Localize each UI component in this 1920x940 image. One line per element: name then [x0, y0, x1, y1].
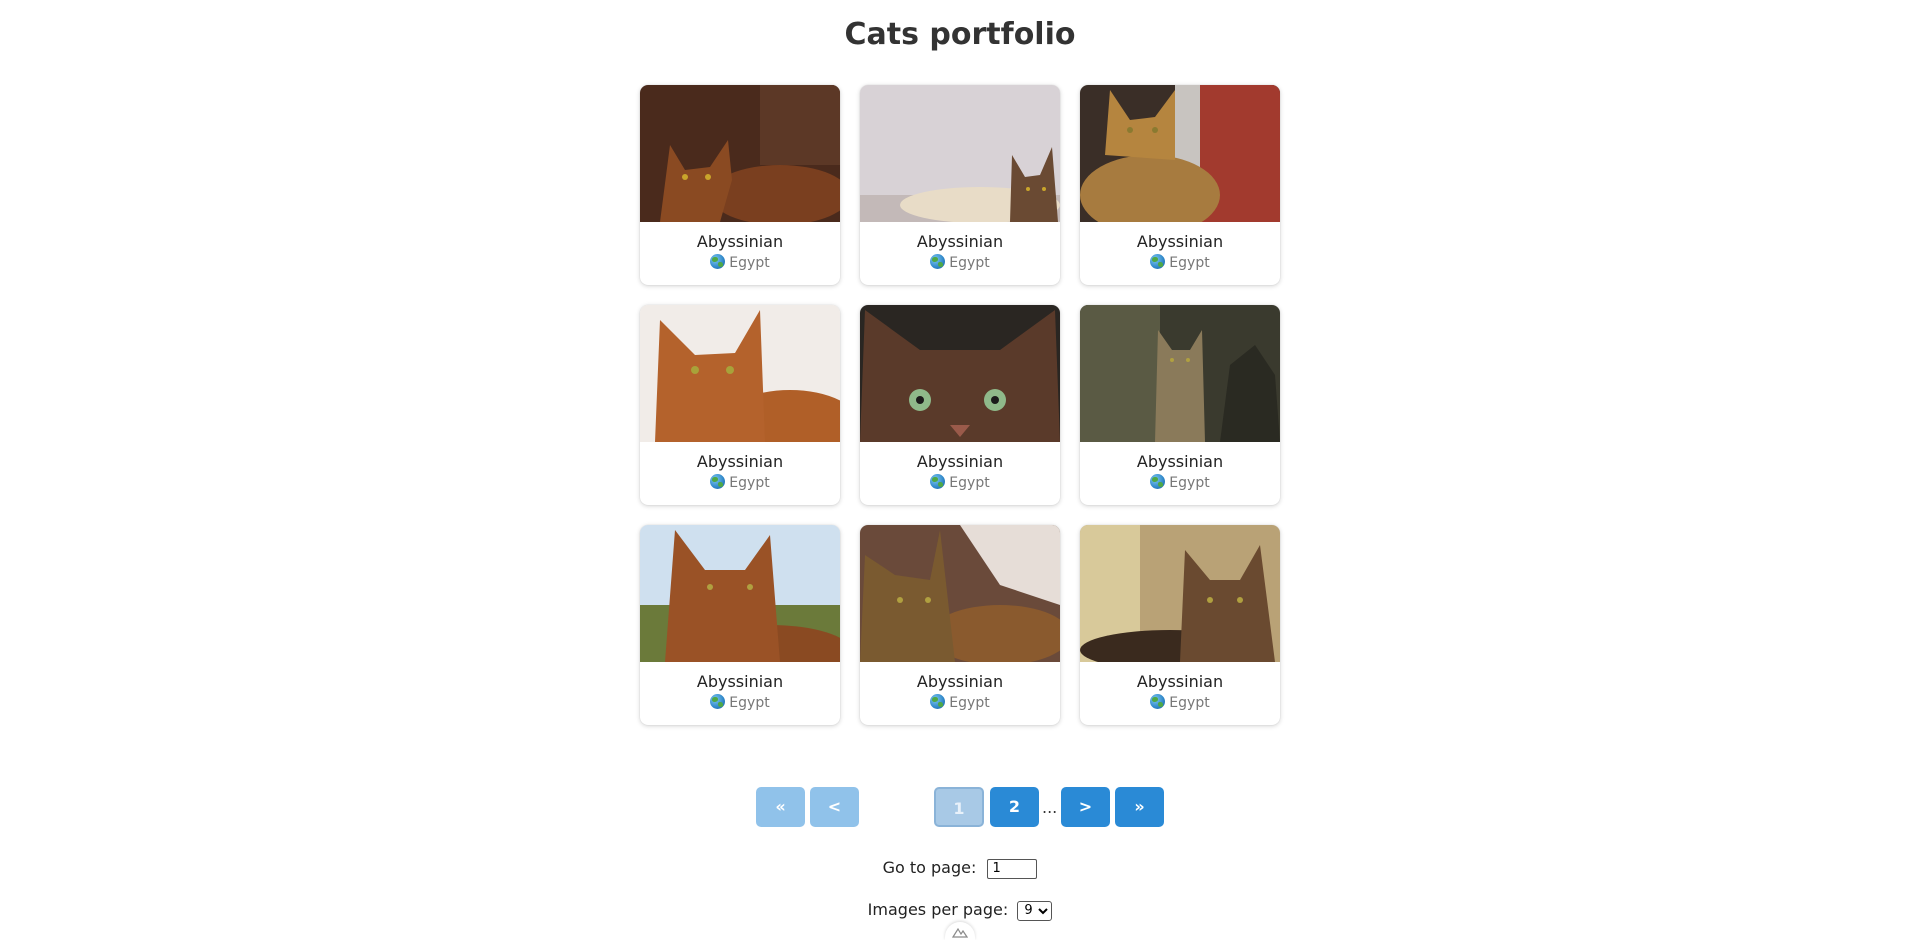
card-origin: Egypt	[1080, 694, 1280, 712]
card-name: Abyssinian	[1136, 452, 1224, 471]
page-title: Cats portfolio	[844, 17, 1076, 52]
last-page-button[interactable]: »	[1115, 787, 1164, 827]
cat-photo	[640, 85, 840, 222]
card-name: Abyssinian	[1136, 672, 1224, 691]
cat-photo-icon	[640, 525, 840, 662]
origin-label: Egypt	[1169, 255, 1210, 271]
globe-icon	[710, 694, 726, 709]
card-origin: Egypt	[860, 474, 1060, 492]
origin-label: Egypt	[1169, 695, 1210, 711]
card-origin: Egypt	[1080, 474, 1280, 492]
cat-photo	[1080, 305, 1280, 442]
cat-photo	[860, 525, 1060, 662]
globe-icon	[710, 474, 726, 489]
origin-label: Egypt	[949, 255, 990, 271]
cat-card[interactable]: Abyssinian Egypt	[640, 85, 840, 285]
globe-icon	[1150, 474, 1166, 489]
cat-card[interactable]: Abyssinian Egypt	[1080, 85, 1280, 285]
cat-photo-icon	[640, 305, 840, 442]
globe-icon	[930, 474, 946, 489]
cat-photo	[640, 525, 840, 662]
origin-label: Egypt	[949, 695, 990, 711]
cat-card[interactable]: Abyssinian Egypt	[860, 85, 1060, 285]
images-per-page: Images per page: 9	[0, 899, 1920, 921]
card-origin: Egypt	[640, 474, 840, 492]
card-name: Abyssinian	[916, 452, 1004, 471]
mountain-logo-icon	[952, 927, 968, 938]
cat-photo-icon	[640, 85, 840, 222]
globe-icon	[930, 254, 946, 269]
cat-photo-icon	[1080, 525, 1280, 662]
cat-photo	[860, 85, 1060, 222]
cat-photo	[640, 305, 840, 442]
card-name: Abyssinian	[1136, 232, 1224, 251]
cat-photo-icon	[860, 525, 1060, 662]
page-1-button[interactable]: 1	[934, 787, 984, 827]
prev-page-button[interactable]: <	[810, 787, 859, 827]
globe-icon	[710, 254, 726, 269]
cat-photo-icon	[860, 305, 1060, 442]
first-page-button[interactable]: «	[756, 787, 805, 827]
globe-icon	[930, 694, 946, 709]
cat-photo	[1080, 525, 1280, 662]
next-page-button[interactable]: >	[1061, 787, 1110, 827]
card-origin: Egypt	[860, 694, 1060, 712]
cat-photo-icon	[1080, 305, 1280, 442]
card-name: Abyssinian	[696, 452, 784, 471]
globe-icon	[1150, 694, 1166, 709]
card-origin: Egypt	[640, 694, 840, 712]
pagination-ellipsis: ...	[1042, 798, 1058, 817]
footer-logo[interactable]	[945, 922, 975, 940]
origin-label: Egypt	[1169, 475, 1210, 491]
card-name: Abyssinian	[916, 672, 1004, 691]
origin-label: Egypt	[729, 475, 770, 491]
cat-photo-icon	[1080, 85, 1280, 222]
cat-card[interactable]: Abyssinian Egypt	[1080, 525, 1280, 725]
card-origin: Egypt	[1080, 254, 1280, 272]
cat-photo	[1080, 85, 1280, 222]
cat-grid: Abyssinian Egypt Abyssinian Egypt Abyssi…	[640, 85, 1281, 725]
cat-card[interactable]: Abyssinian Egypt	[860, 305, 1060, 505]
cat-card[interactable]: Abyssinian Egypt	[860, 525, 1060, 725]
goto-label: Go to page:	[882, 858, 977, 877]
card-origin: Egypt	[640, 254, 840, 272]
page: Cats portfolio Abyssinian Egypt Abyssini…	[0, 0, 1920, 940]
card-name: Abyssinian	[696, 672, 784, 691]
card-origin: Egypt	[860, 254, 1060, 272]
globe-icon	[1150, 254, 1166, 269]
page-2-button[interactable]: 2	[990, 787, 1039, 827]
per-page-select[interactable]: 9	[1017, 900, 1053, 921]
origin-label: Egypt	[729, 255, 770, 271]
cat-photo-icon	[860, 85, 1060, 222]
per-page-label: Images per page:	[867, 900, 1009, 919]
cat-card[interactable]: Abyssinian Egypt	[1080, 305, 1280, 505]
card-name: Abyssinian	[916, 232, 1004, 251]
cat-photo	[860, 305, 1060, 442]
cat-card[interactable]: Abyssinian Egypt	[640, 525, 840, 725]
origin-label: Egypt	[729, 695, 770, 711]
cat-card[interactable]: Abyssinian Egypt	[640, 305, 840, 505]
origin-label: Egypt	[949, 475, 990, 491]
goto-page: Go to page:	[0, 857, 1920, 879]
goto-page-input[interactable]	[987, 858, 1038, 879]
card-name: Abyssinian	[696, 232, 784, 251]
